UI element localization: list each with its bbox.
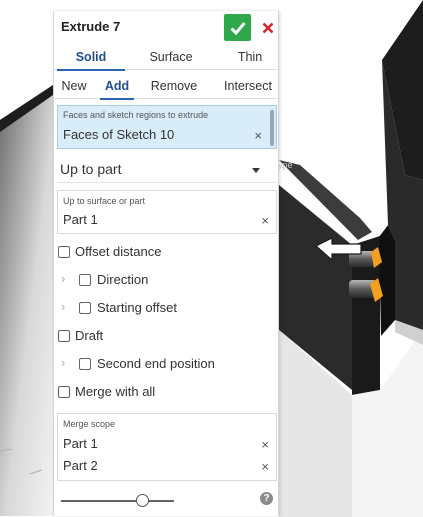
up-to-part-field[interactable]: Up to surface or part Part 1 × [57, 190, 277, 234]
regions-clear-button[interactable]: × [254, 128, 262, 143]
starting-offset-row[interactable]: › Starting offset [54, 297, 280, 321]
merge-with-all-label: Merge with all [75, 384, 156, 399]
dialog-title: Extrude 7 [61, 19, 121, 34]
draft-checkbox[interactable] [58, 330, 70, 342]
merge-scope-item[interactable]: Part 2 [63, 458, 98, 473]
offset-distance-checkbox[interactable] [58, 246, 70, 258]
cancel-button[interactable] [257, 14, 279, 41]
merge-scope-field[interactable]: Merge scope Part 1 × Part 2 × [57, 413, 277, 481]
slider-track[interactable] [61, 500, 174, 502]
second-end-position-checkbox[interactable] [79, 358, 91, 370]
slider-handle[interactable] [136, 494, 149, 507]
end-condition-select[interactable]: Up to part [57, 157, 277, 183]
tab-intersect[interactable]: Intersect [217, 73, 279, 99]
chevron-right-icon[interactable]: › [61, 299, 65, 314]
regions-value: Faces of Sketch 10 [63, 127, 175, 142]
chevron-down-icon [252, 168, 260, 173]
tab-solid[interactable]: Solid [57, 44, 125, 71]
direction-row[interactable]: › Direction [54, 269, 280, 293]
regions-field[interactable]: Faces and sketch regions to extrude Face… [57, 105, 277, 149]
chevron-right-icon[interactable]: › [61, 355, 65, 370]
merge-scope-item[interactable]: Part 1 [63, 436, 98, 451]
second-end-position-label: Second end position [97, 356, 215, 371]
check-icon [229, 21, 246, 35]
tab-remove[interactable]: Remove [144, 73, 204, 99]
starting-offset-label: Starting offset [97, 300, 177, 315]
tab-new[interactable]: New [58, 73, 90, 99]
extrude-dialog: Extrude 7 Solid Surface Thin New Add Rem… [53, 11, 280, 516]
up-to-part-label: Up to surface or part [63, 196, 146, 206]
end-condition-value: Up to part [60, 161, 122, 177]
starting-offset-checkbox[interactable] [79, 302, 91, 314]
close-icon [262, 22, 274, 33]
up-to-part-value: Part 1 [63, 212, 98, 227]
tab-surface[interactable]: Surface [134, 44, 208, 70]
draft-label: Draft [75, 328, 104, 343]
tab-add[interactable]: Add [100, 73, 134, 100]
type-tabs: Solid Surface Thin [54, 44, 280, 71]
second-end-position-row[interactable]: › Second end position [54, 353, 280, 377]
regions-scrollbar[interactable] [270, 110, 274, 146]
question-icon[interactable]: ? [260, 492, 273, 505]
offset-distance-row[interactable]: Offset distance [54, 241, 280, 265]
regions-label: Faces and sketch regions to extrude [63, 110, 209, 120]
merge-scope-item-2-clear-button[interactable]: × [261, 459, 269, 474]
merge-scope-label: Merge scope [63, 419, 116, 429]
tab-thin[interactable]: Thin [222, 44, 278, 70]
chevron-right-icon[interactable]: › [61, 271, 65, 286]
merge-with-all-checkbox[interactable] [58, 386, 70, 398]
draft-row[interactable]: Draft [54, 325, 280, 349]
operation-tabs: New Add Remove Intersect [54, 73, 280, 100]
offset-distance-label: Offset distance [75, 244, 162, 259]
dialog-title-bar: Extrude 7 [54, 11, 280, 43]
accept-button[interactable] [224, 14, 251, 41]
direction-label: Direction [97, 272, 149, 287]
direction-checkbox[interactable] [79, 274, 91, 286]
up-to-part-clear-button[interactable]: × [261, 213, 269, 228]
merge-scope-item-1-clear-button[interactable]: × [261, 437, 269, 452]
merge-with-all-row[interactable]: Merge with all [54, 381, 280, 405]
